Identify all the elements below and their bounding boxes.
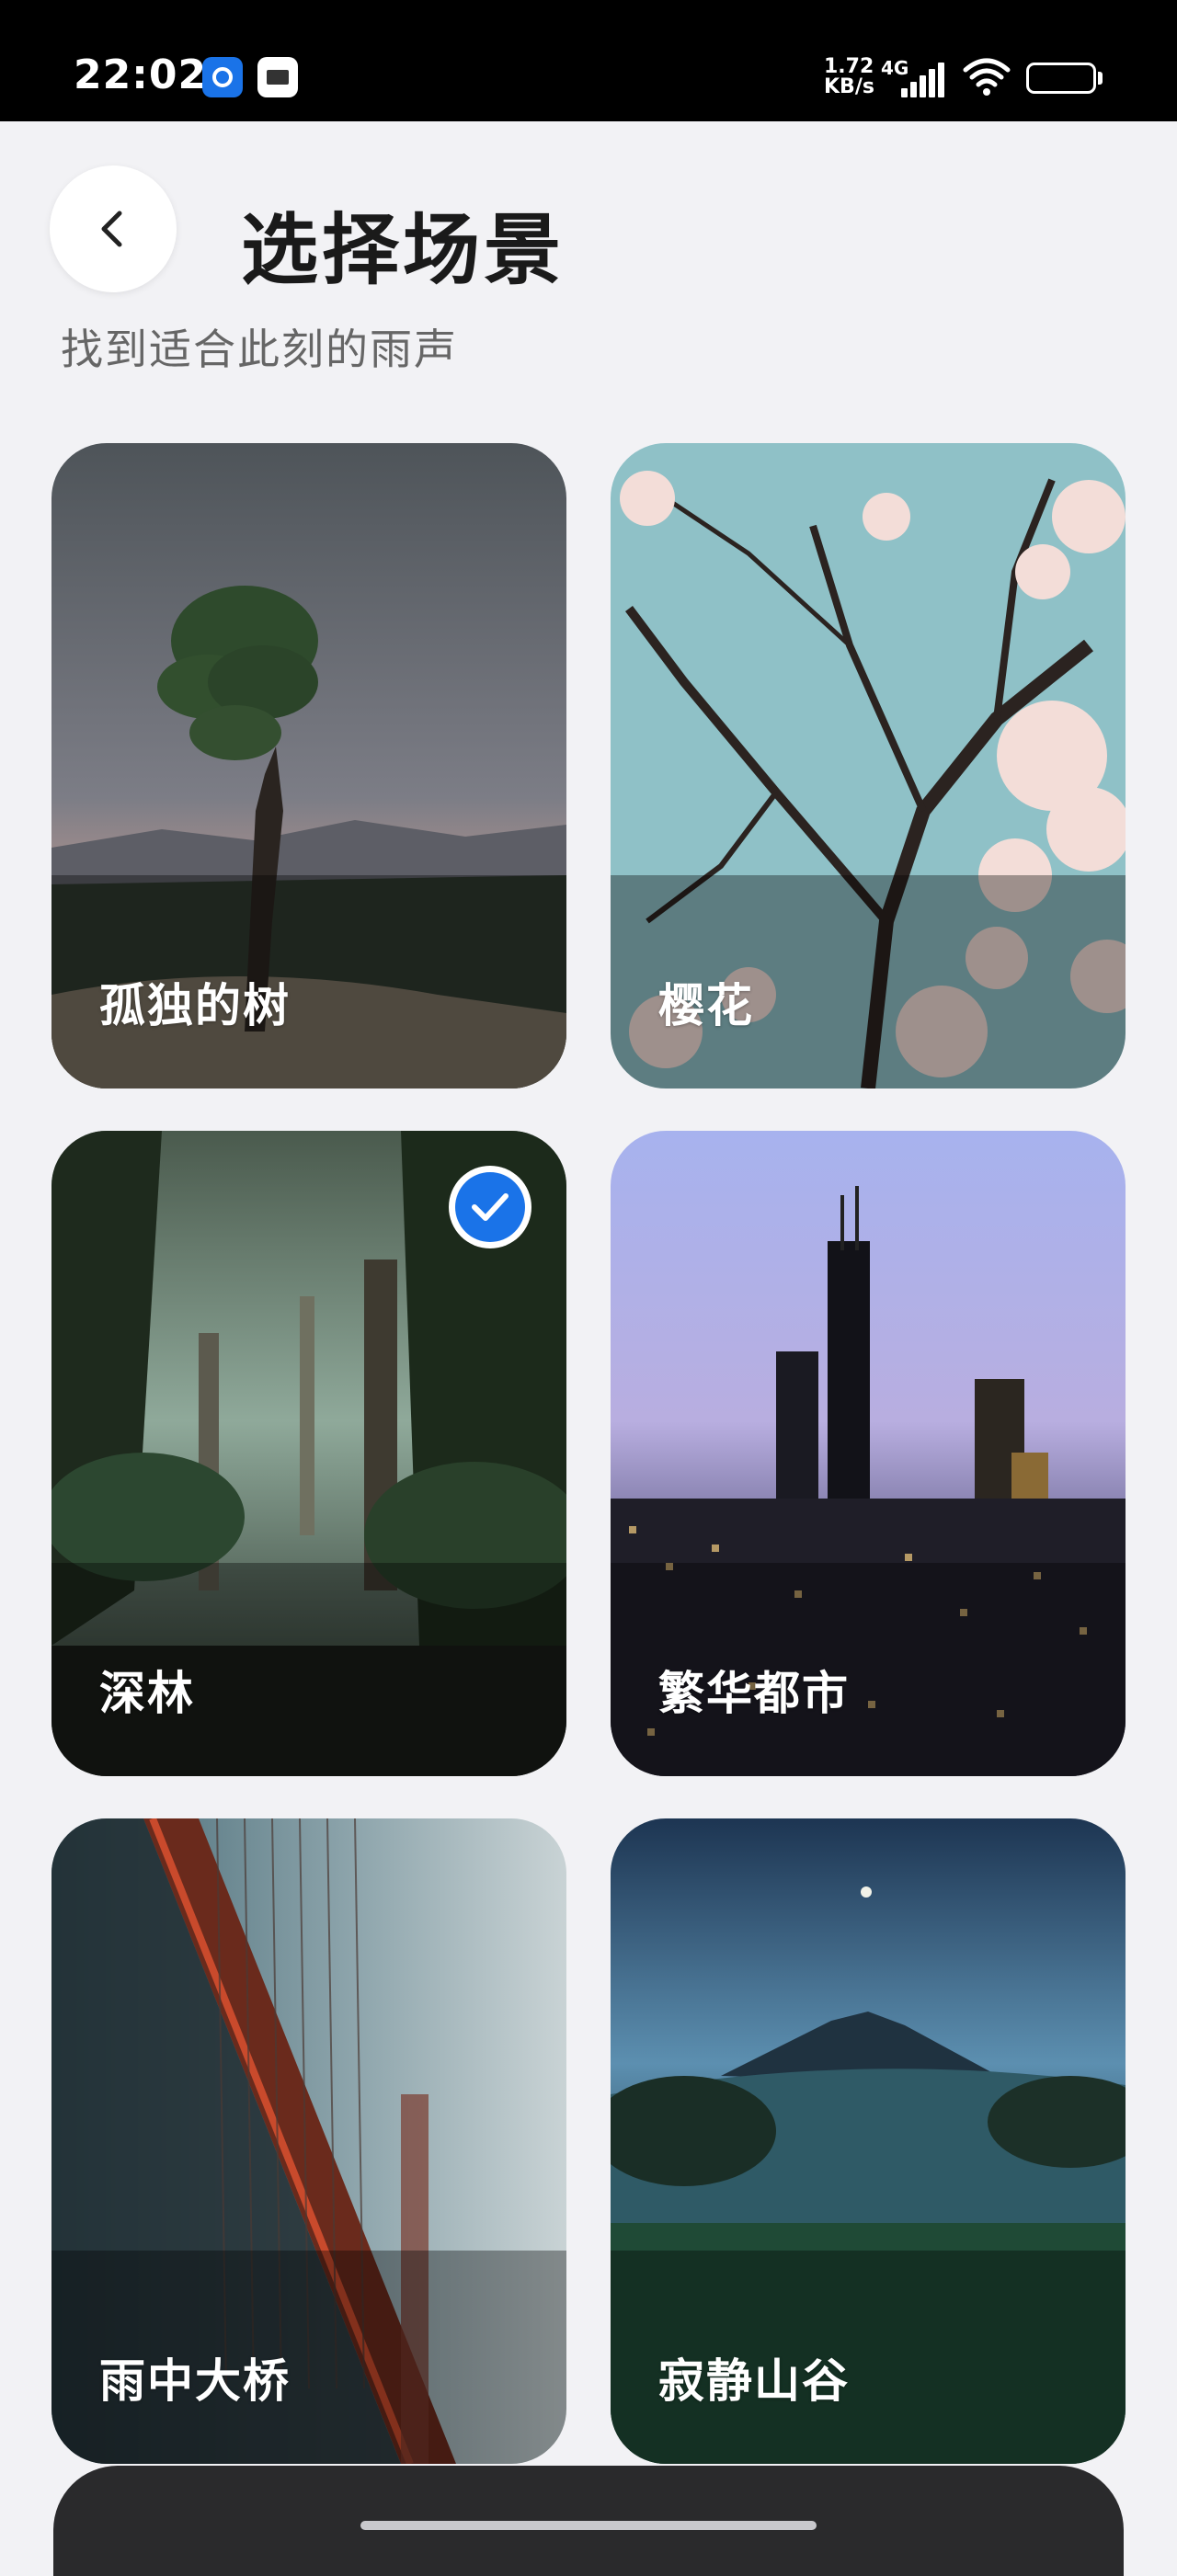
scene-card-city[interactable]: 繁华都市 (611, 1131, 1126, 1776)
home-indicator[interactable] (360, 2521, 817, 2530)
status-time: 22:02 (74, 51, 208, 98)
checkmark-icon (472, 1193, 509, 1221)
page-title: 选择场景 (241, 205, 566, 295)
scene-card-valley[interactable]: 寂静山谷 (611, 1818, 1126, 2464)
scene-label: 深林 (99, 1667, 195, 1720)
scene-card-deep-forest[interactable]: 深林 (51, 1131, 566, 1776)
scene-label: 繁华都市 (658, 1667, 850, 1720)
scene-card-cherry-blossom[interactable]: 樱花 (611, 443, 1126, 1089)
scene-card-bridge[interactable]: 雨中大桥 (51, 1818, 566, 2464)
signal-icon (901, 61, 945, 97)
selected-check-badge (449, 1166, 531, 1248)
network-speed-unit: KB/s (824, 75, 874, 98)
battery-icon: 76 (1026, 63, 1096, 94)
network-speed: 1.72 KB/s (824, 57, 874, 97)
scene-label: 孤独的树 (99, 979, 291, 1032)
battery-tip (1098, 72, 1103, 85)
scene-label: 雨中大桥 (99, 2354, 291, 2408)
network-speed-value: 1.72 (824, 55, 874, 78)
app-notification-icon-2 (257, 57, 298, 97)
battery-level: 76 (1046, 63, 1077, 89)
page-subtitle: 找到适合此刻的雨声 (61, 325, 458, 374)
scene-label: 樱花 (658, 979, 754, 1032)
chevron-left-icon (101, 211, 122, 247)
scene-label: 寂静山谷 (658, 2354, 850, 2408)
wifi-icon (963, 58, 1011, 96)
status-bar: 22:02 1.72 KB/s 4G 76 (0, 0, 1177, 121)
scene-card-lonely-tree[interactable]: 孤独的树 (51, 443, 566, 1089)
app-notification-icon (202, 57, 243, 97)
back-button[interactable] (50, 165, 177, 292)
